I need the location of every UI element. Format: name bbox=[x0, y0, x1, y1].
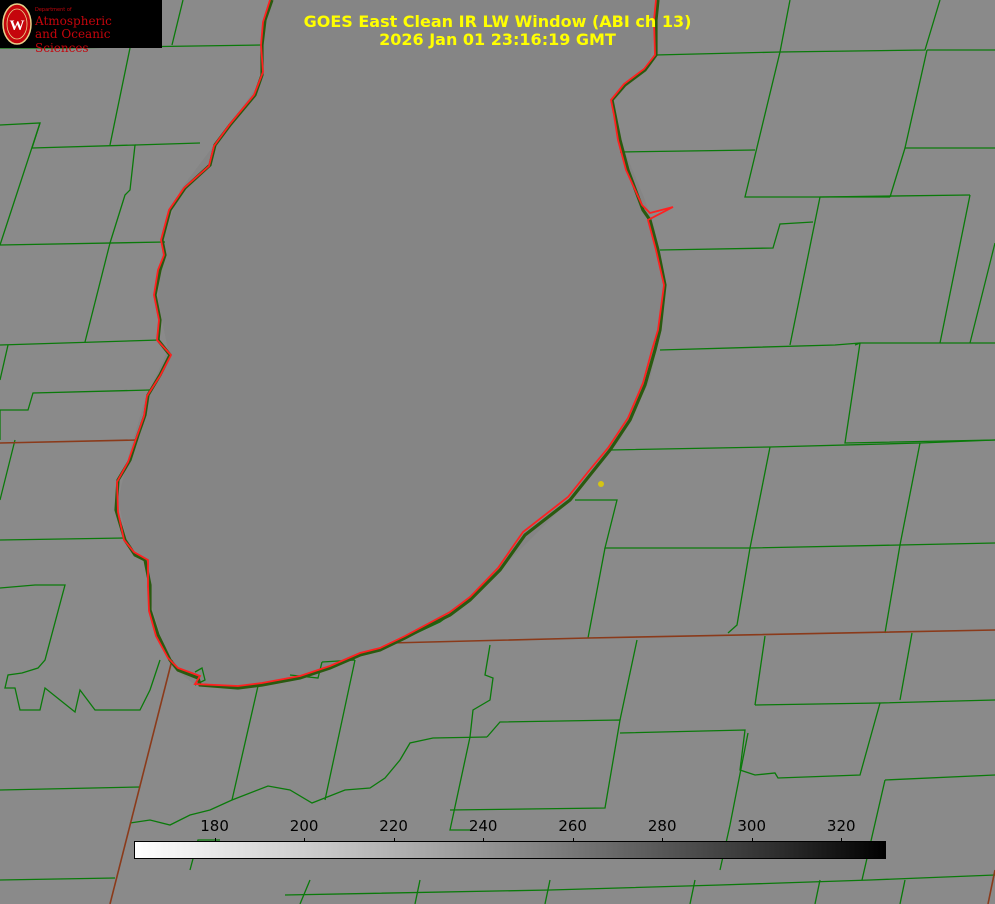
colorbar-tick-mark bbox=[751, 838, 753, 842]
colorbar-tick-mark bbox=[483, 838, 485, 842]
colorbar-tick-label: 200 bbox=[289, 817, 319, 835]
colorbar-tick-label: 280 bbox=[647, 817, 677, 835]
map-canvas bbox=[0, 0, 995, 904]
colorbar-tick-label: 240 bbox=[468, 817, 498, 835]
satellite-image: W Department of Atmospheric and Oceanic … bbox=[0, 0, 995, 904]
colorbar-tick-label: 180 bbox=[200, 817, 229, 835]
image-title: GOES East Clean IR LW Window (ABI ch 13) bbox=[303, 12, 692, 31]
colorbar-tick-mark bbox=[393, 838, 395, 842]
colorbar-tick-mark bbox=[304, 838, 306, 842]
colorbar-tick-label: 220 bbox=[379, 817, 408, 835]
colorbar-tick-mark bbox=[572, 838, 574, 842]
colorbar-tick-label: 260 bbox=[558, 817, 587, 835]
location-marker bbox=[598, 481, 604, 487]
colorbar-tick-label: 320 bbox=[826, 817, 856, 835]
colorbar-tick-mark bbox=[214, 838, 216, 842]
colorbar-tick-mark bbox=[841, 838, 843, 842]
colorbar bbox=[134, 841, 886, 859]
colorbar-tick-label: 300 bbox=[737, 817, 767, 835]
image-timestamp: 2026 Jan 01 23:16:19 GMT bbox=[379, 30, 616, 49]
colorbar-tick-mark bbox=[662, 838, 664, 842]
